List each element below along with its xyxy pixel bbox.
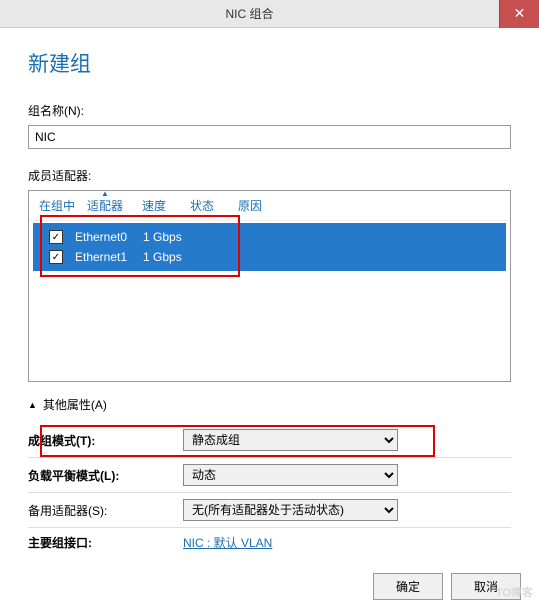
row-name: Ethernet1	[75, 250, 143, 264]
row-checkbox[interactable]: ✓	[49, 250, 63, 264]
table-row[interactable]: ✓ Ethernet0 1 Gbps	[33, 227, 506, 247]
standby-adapter-select[interactable]: 无(所有适配器处于活动状态)	[183, 499, 398, 521]
check-icon: ✓	[52, 232, 60, 243]
prop-standby-label: 备用适配器(S):	[28, 502, 183, 519]
properties-section: 成组模式(T): 静态成组 负载平衡模式(L): 动态 备用适配器(S): 无(…	[28, 423, 511, 557]
window-title: NIC 组合	[0, 5, 499, 22]
prop-mode-row: 成组模式(T): 静态成组	[28, 423, 511, 458]
adapters-table: 在组中 ▲ 适配器 速度 状态 原因 ✓ Ethernet0 1 Gbps ✓ …	[28, 190, 511, 382]
table-header: 在组中 ▲ 适配器 速度 状态 原因	[29, 191, 510, 221]
page-title: 新建组	[28, 48, 511, 78]
collapse-label: 其他属性(A)	[43, 396, 107, 413]
adapters-label: 成员适配器:	[28, 167, 511, 184]
col-reason[interactable]: 原因	[238, 197, 286, 214]
col-speed[interactable]: 速度	[142, 197, 190, 214]
close-icon: ✕	[514, 5, 526, 22]
teamname-input[interactable]	[28, 125, 511, 149]
row-speed: 1 Gbps	[143, 230, 203, 244]
row-checkbox[interactable]: ✓	[49, 230, 63, 244]
primary-interface-link[interactable]: NIC : 默认 VLAN	[183, 536, 272, 550]
prop-standby-row: 备用适配器(S): 无(所有适配器处于活动状态)	[28, 493, 511, 528]
button-bar: 确定 取消	[373, 573, 521, 600]
titlebar: NIC 组合 ✕	[0, 0, 539, 28]
col-adapter[interactable]: ▲ 适配器	[87, 197, 142, 214]
prop-primary-label: 主要组接口:	[28, 534, 183, 551]
load-balance-select[interactable]: 动态	[183, 464, 398, 486]
row-speed: 1 Gbps	[143, 250, 203, 264]
prop-balance-label: 负载平衡模式(L):	[28, 467, 183, 484]
prop-balance-row: 负载平衡模式(L): 动态	[28, 458, 511, 493]
prop-mode-label: 成组模式(T):	[28, 432, 183, 449]
ok-button[interactable]: 确定	[373, 573, 443, 600]
check-icon: ✓	[52, 252, 60, 263]
row-name: Ethernet0	[75, 230, 143, 244]
col-adapter-label: 适配器	[87, 199, 123, 213]
collapse-toggle[interactable]: ▲ 其他属性(A)	[28, 396, 511, 413]
table-row[interactable]: ✓ Ethernet1 1 Gbps	[33, 247, 506, 267]
prop-primary-row: 主要组接口: NIC : 默认 VLAN	[28, 528, 511, 557]
teamname-label: 组名称(N):	[28, 102, 511, 119]
teaming-mode-select[interactable]: 静态成组	[183, 429, 398, 451]
col-state[interactable]: 状态	[190, 197, 238, 214]
cancel-button[interactable]: 取消	[451, 573, 521, 600]
chevron-up-icon: ▲	[28, 400, 37, 410]
close-button[interactable]: ✕	[499, 0, 539, 28]
content-area: 新建组 组名称(N): 成员适配器: 在组中 ▲ 适配器 速度 状态 原因 ✓ …	[0, 28, 539, 557]
col-ingroup[interactable]: 在组中	[39, 197, 87, 214]
selected-rows: ✓ Ethernet0 1 Gbps ✓ Ethernet1 1 Gbps	[33, 223, 506, 271]
sort-up-icon: ▲	[101, 189, 109, 198]
